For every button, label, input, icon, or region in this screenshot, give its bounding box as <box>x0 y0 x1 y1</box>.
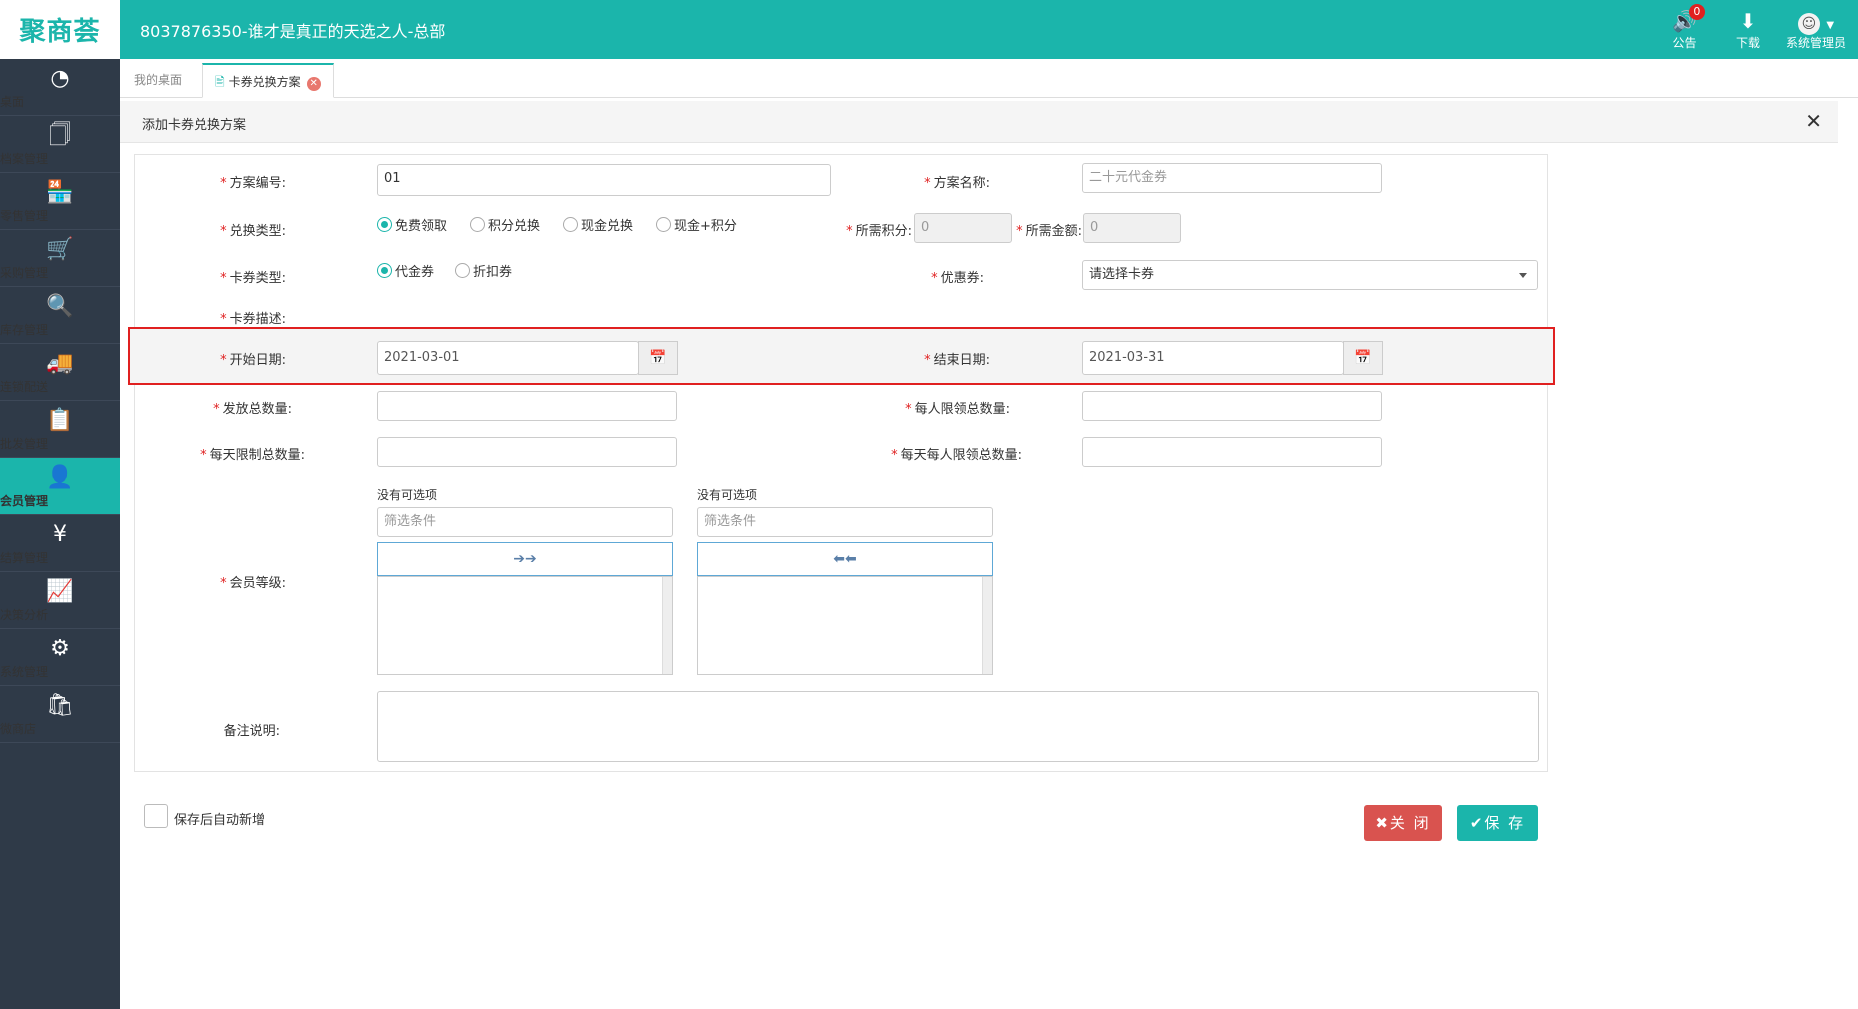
total-issue-input[interactable] <box>377 391 677 421</box>
plan-name-input[interactable]: 二十元代金券 <box>1082 163 1382 193</box>
daily-per-person-limit-input[interactable] <box>1082 437 1382 467</box>
download-button[interactable]: ⬇ 下载 <box>1736 8 1760 51</box>
move-right-button[interactable]: ➔➔ <box>377 542 673 576</box>
save-button[interactable]: ✔保 存 <box>1457 805 1538 841</box>
inventory-icon: 🔍 <box>46 294 74 319</box>
chart-icon: 📈 <box>46 579 74 604</box>
close-icon[interactable]: ✕ <box>1805 109 1822 133</box>
user-menu[interactable]: ☺ ▼ 系统管理员 <box>1786 8 1846 51</box>
radio-cash-exchange[interactable]: 现金兑换 <box>563 215 633 234</box>
right-filter-input[interactable]: 筛选条件 <box>697 507 993 537</box>
sidebar-item-purchase[interactable]: 🛒 采购管理 <box>0 230 120 287</box>
daily-limit-label: * 每天限制总数量: <box>200 448 305 463</box>
sidebar-item-retail[interactable]: 🏪 零售管理 <box>0 173 120 230</box>
points-needed-input[interactable]: 0 <box>914 213 1012 243</box>
member-icon: 👤 <box>46 465 74 490</box>
sidebar-item-archive[interactable]: 🗍 档案管理 <box>0 116 120 173</box>
end-date-input[interactable]: 2021-03-31 <box>1082 341 1344 375</box>
exchange-type-label: * 兑换类型: <box>220 224 286 239</box>
sidebar-item-analysis[interactable]: 📈 决策分析 <box>0 572 120 629</box>
sidebar-item-desktop[interactable]: ◔ 桌面 <box>0 59 120 116</box>
user-label: 系统管理员 <box>1786 36 1847 50</box>
auto-add-checkbox[interactable] <box>144 804 168 828</box>
scrollbar[interactable] <box>982 577 992 674</box>
panel-title: 添加卡券兑换方案 <box>142 118 247 133</box>
sidebar-item-distribution[interactable]: 🚚 连锁配送 <box>0 344 120 401</box>
notice-button[interactable]: 🔊 0 公告 <box>1672 4 1705 51</box>
gear-icon: ⚙ <box>50 636 70 661</box>
panel-header: 添加卡券兑换方案 ✕ <box>120 101 1838 143</box>
member-level-label: * 会员等级: <box>220 576 286 591</box>
radio-discount-coupon[interactable]: 折扣券 <box>455 261 512 280</box>
close-button[interactable]: ✖关 闭 <box>1364 805 1442 841</box>
auto-add-label: 保存后自动新增 <box>174 813 266 828</box>
sidebar-item-settlement[interactable]: ¥ 结算管理 <box>0 515 120 572</box>
plan-no-label: * 方案编号: <box>220 176 286 191</box>
notice-badge: 0 <box>1688 4 1705 20</box>
sidebar: ◔ 桌面 🗍 档案管理 🏪 零售管理 🛒 采购管理 🔍 库存管理 🚚 连锁配送 📋 批发管理 … <box>0 59 120 1009</box>
plan-no-input[interactable]: 01 <box>377 164 831 196</box>
tab-bar: 我的桌面 🖹 卡券兑换方案 ✕ <box>120 59 1858 98</box>
archive-icon: 🗍 <box>49 123 71 148</box>
sidebar-item-microshop[interactable]: 🛍 微商店 <box>0 686 120 743</box>
chevron-down-icon: ▼ <box>1826 20 1835 31</box>
dashboard-icon: ◔ <box>50 66 70 91</box>
radio-free-claim[interactable]: 免费领取 <box>377 215 447 234</box>
card-type-label: * 卡券类型: <box>220 271 286 286</box>
store-icon: 🏪 <box>46 180 74 205</box>
total-issue-label: * 发放总数量: <box>213 402 292 417</box>
amount-needed-input[interactable]: 0 <box>1083 213 1181 243</box>
cart-icon: 🛒 <box>46 237 74 262</box>
notice-label: 公告 <box>1672 36 1697 50</box>
radio-cash-points[interactable]: 现金+积分 <box>656 215 737 234</box>
app-title: 8037876350-谁才是真正的天选之人-总部 <box>140 22 446 41</box>
left-listbox[interactable] <box>377 576 673 675</box>
plan-name-label: * 方案名称: <box>924 176 990 191</box>
amount-needed-label: * 所需金额: <box>1016 224 1082 239</box>
card-desc-label: * 卡券描述: <box>220 312 286 327</box>
user-avatar-icon: ☺ <box>1797 13 1820 35</box>
app-logo: 聚商荟 <box>0 0 120 59</box>
sidebar-item-inventory[interactable]: 🔍 库存管理 <box>0 287 120 344</box>
tab-card-exchange[interactable]: 🖹 卡券兑换方案 ✕ <box>202 63 334 98</box>
scrollbar[interactable] <box>662 577 672 674</box>
document-icon: 🖹 <box>215 75 225 89</box>
tab-my-desktop[interactable]: 我的桌面 <box>122 63 194 98</box>
truck-icon: 🚚 <box>46 351 74 376</box>
download-label: 下载 <box>1736 36 1761 50</box>
chevron-down-icon <box>1519 273 1527 278</box>
move-left-button[interactable]: ⬅⬅ <box>697 542 993 576</box>
coupon-select[interactable]: 请选择卡券 <box>1082 260 1538 290</box>
coupon-label: * 优惠券: <box>931 271 984 286</box>
download-icon: ⬇ <box>1739 9 1757 33</box>
wholesale-icon: 📋 <box>46 408 74 433</box>
radio-points-exchange[interactable]: 积分兑换 <box>470 215 540 234</box>
megaphone-icon: 🔊 0 <box>1672 4 1705 34</box>
top-bar: 聚商荟 8037876350-谁才是真正的天选之人-总部 🔊 0 公告 ⬇ 下载 … <box>0 0 1858 59</box>
end-date-label: * 结束日期: <box>924 353 990 368</box>
bag-icon: 🛍 <box>46 693 74 718</box>
left-list-caption: 没有可选项 <box>377 488 438 502</box>
yen-icon: ¥ <box>53 522 67 547</box>
sidebar-item-wholesale[interactable]: 📋 批发管理 <box>0 401 120 458</box>
daily-per-person-limit-label: * 每天每人限领总数量: <box>891 448 1022 463</box>
close-tab-icon[interactable]: ✕ <box>306 77 321 91</box>
remark-label: 备注说明: <box>223 724 280 739</box>
radio-cash-voucher[interactable]: 代金券 <box>377 261 434 280</box>
start-date-input[interactable]: 2021-03-01 <box>377 341 639 375</box>
start-date-label: * 开始日期: <box>220 353 286 368</box>
sidebar-item-member[interactable]: 👤 会员管理 <box>0 458 120 515</box>
right-list-caption: 没有可选项 <box>697 488 758 502</box>
points-needed-label: * 所需积分: <box>846 224 912 239</box>
remark-textarea[interactable] <box>377 691 1539 762</box>
per-person-limit-input[interactable] <box>1082 391 1382 421</box>
sidebar-item-system[interactable]: ⚙ 系统管理 <box>0 629 120 686</box>
daily-limit-input[interactable] <box>377 437 677 467</box>
left-filter-input[interactable]: 筛选条件 <box>377 507 673 537</box>
per-person-limit-label: * 每人限领总数量: <box>905 402 1010 417</box>
calendar-icon[interactable]: 📅 <box>1343 341 1383 375</box>
calendar-icon[interactable]: 📅 <box>638 341 678 375</box>
right-listbox[interactable] <box>697 576 993 675</box>
